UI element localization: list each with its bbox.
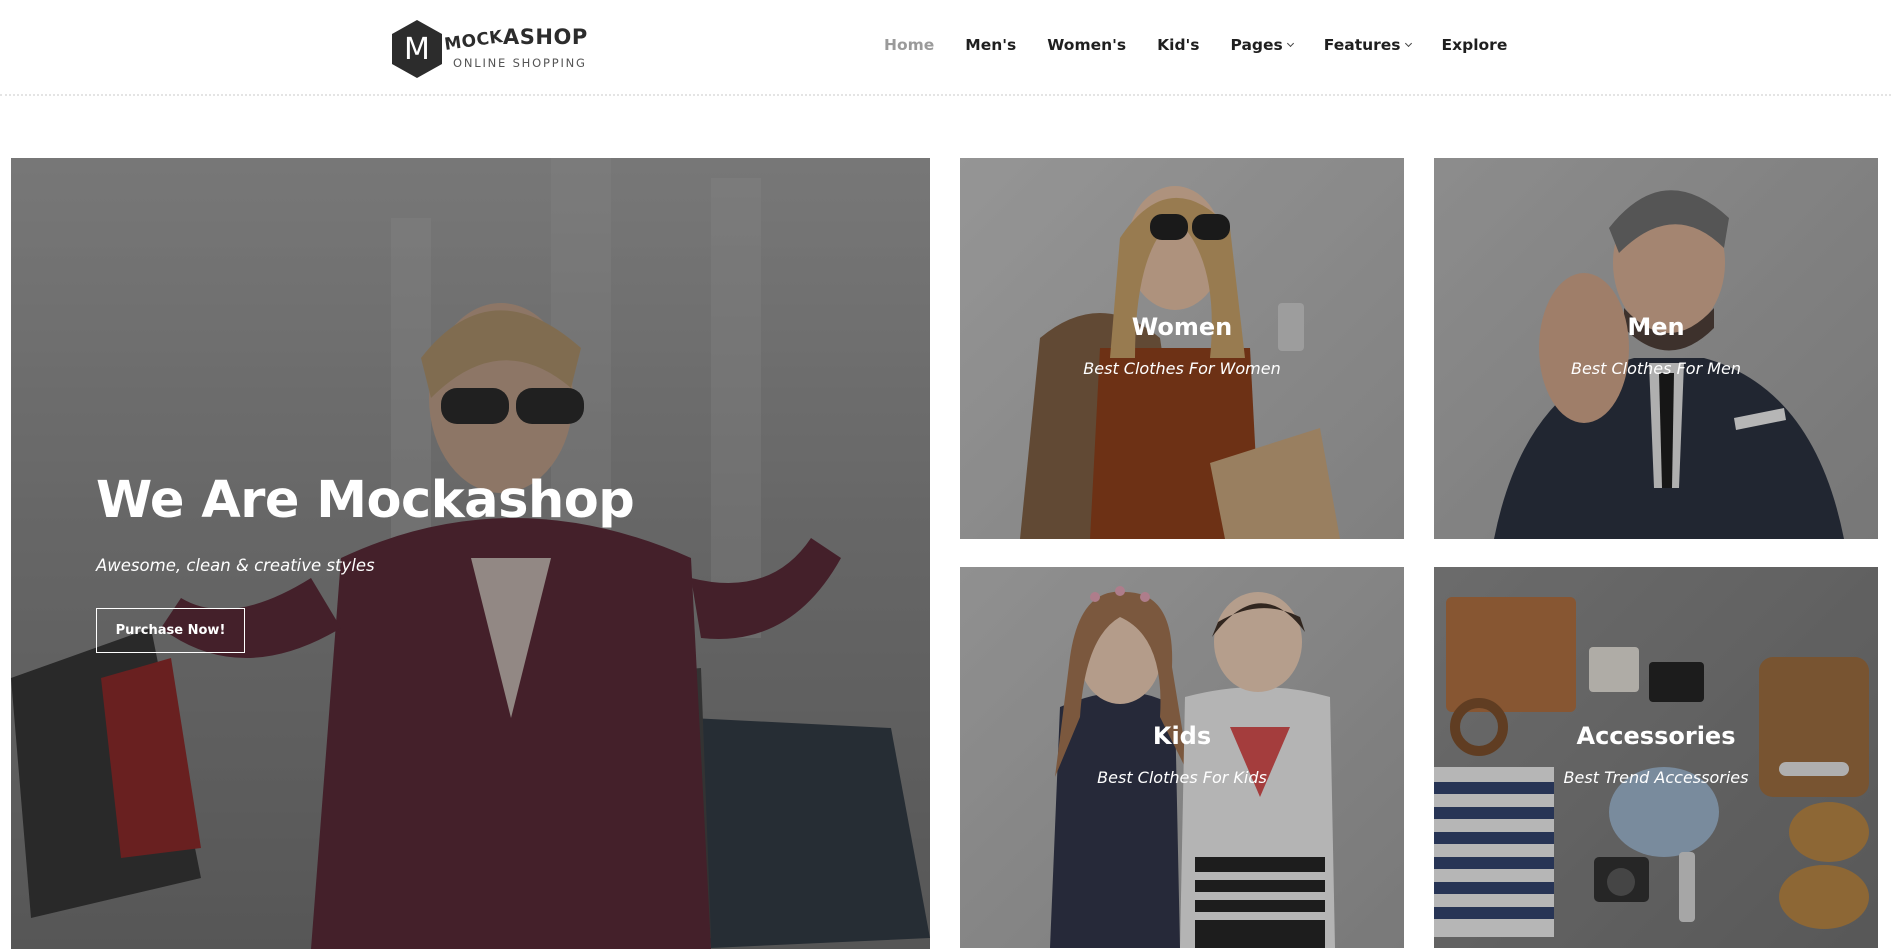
nav-item-label: Kid's <box>1157 36 1200 54</box>
purchase-now-button[interactable]: Purchase Now! <box>96 608 245 653</box>
logo-word-part1: MOCK <box>443 26 505 55</box>
nav-item-pages[interactable]: Pages <box>1230 36 1294 54</box>
category-subtitle: Best Clothes For Men <box>1570 359 1742 378</box>
category-tile-women[interactable]: Women Best Clothes For Women <box>960 158 1404 539</box>
chevron-down-icon <box>1404 39 1412 48</box>
category-title: Women <box>1131 313 1233 341</box>
site-header: M MOCKASHOP ONLINE SHOPPING Home Men's W… <box>0 0 1891 96</box>
category-title: Kids <box>1152 722 1212 750</box>
nav-item-mens[interactable]: Men's <box>965 36 1016 54</box>
tile-overlay <box>960 567 1404 948</box>
main-nav: Home Men's Women's Kid's Pages Features … <box>884 36 1507 54</box>
nav-item-kids[interactable]: Kid's <box>1157 36 1199 54</box>
category-title: Accessories <box>1576 722 1736 750</box>
nav-item-womens[interactable]: Women's <box>1047 36 1126 54</box>
tile-overlay <box>1434 158 1878 539</box>
tile-overlay <box>960 158 1404 539</box>
nav-item-label: Home <box>884 36 935 54</box>
category-subtitle: Best Clothes For Kids <box>1097 768 1267 787</box>
tile-overlay <box>1434 567 1878 948</box>
logo-wordmark: MOCKASHOP <box>443 25 588 55</box>
nav-item-explore[interactable]: Explore <box>1442 36 1508 54</box>
chevron-down-icon <box>1286 39 1294 48</box>
nav-item-label: Men's <box>965 36 1017 54</box>
category-title: Men <box>1627 313 1685 341</box>
logo-letter: M <box>404 31 430 67</box>
hero-subtitle: Awesome, clean & creative styles <box>96 556 375 575</box>
nav-item-label: Features <box>1323 36 1401 54</box>
logo-tagline: ONLINE SHOPPING <box>453 56 587 70</box>
nav-item-home[interactable]: Home <box>884 36 934 54</box>
brand-logo[interactable]: M MOCKASHOP ONLINE SHOPPING <box>390 19 590 79</box>
category-subtitle: Best Clothes For Women <box>1083 359 1281 378</box>
nav-item-label: Women's <box>1047 36 1127 54</box>
category-subtitle: Best Trend Accessories <box>1563 768 1749 787</box>
hero-dark-overlay <box>11 158 930 949</box>
category-tile-kids[interactable]: Kids Best Clothes For Kids <box>960 567 1404 948</box>
hero-banner: We Are Mockashop Awesome, clean & creati… <box>11 158 930 949</box>
category-tile-men[interactable]: Men Best Clothes For Men <box>1434 158 1878 539</box>
hero-title: We Are Mockashop <box>96 471 635 530</box>
nav-item-label: Explore <box>1441 36 1508 54</box>
category-tile-accessories[interactable]: Accessories Best Trend Accessories <box>1434 567 1878 948</box>
logo-word-part2: ASHOP <box>503 25 588 49</box>
nav-item-label: Pages <box>1230 36 1283 54</box>
nav-item-features[interactable]: Features <box>1323 36 1412 54</box>
